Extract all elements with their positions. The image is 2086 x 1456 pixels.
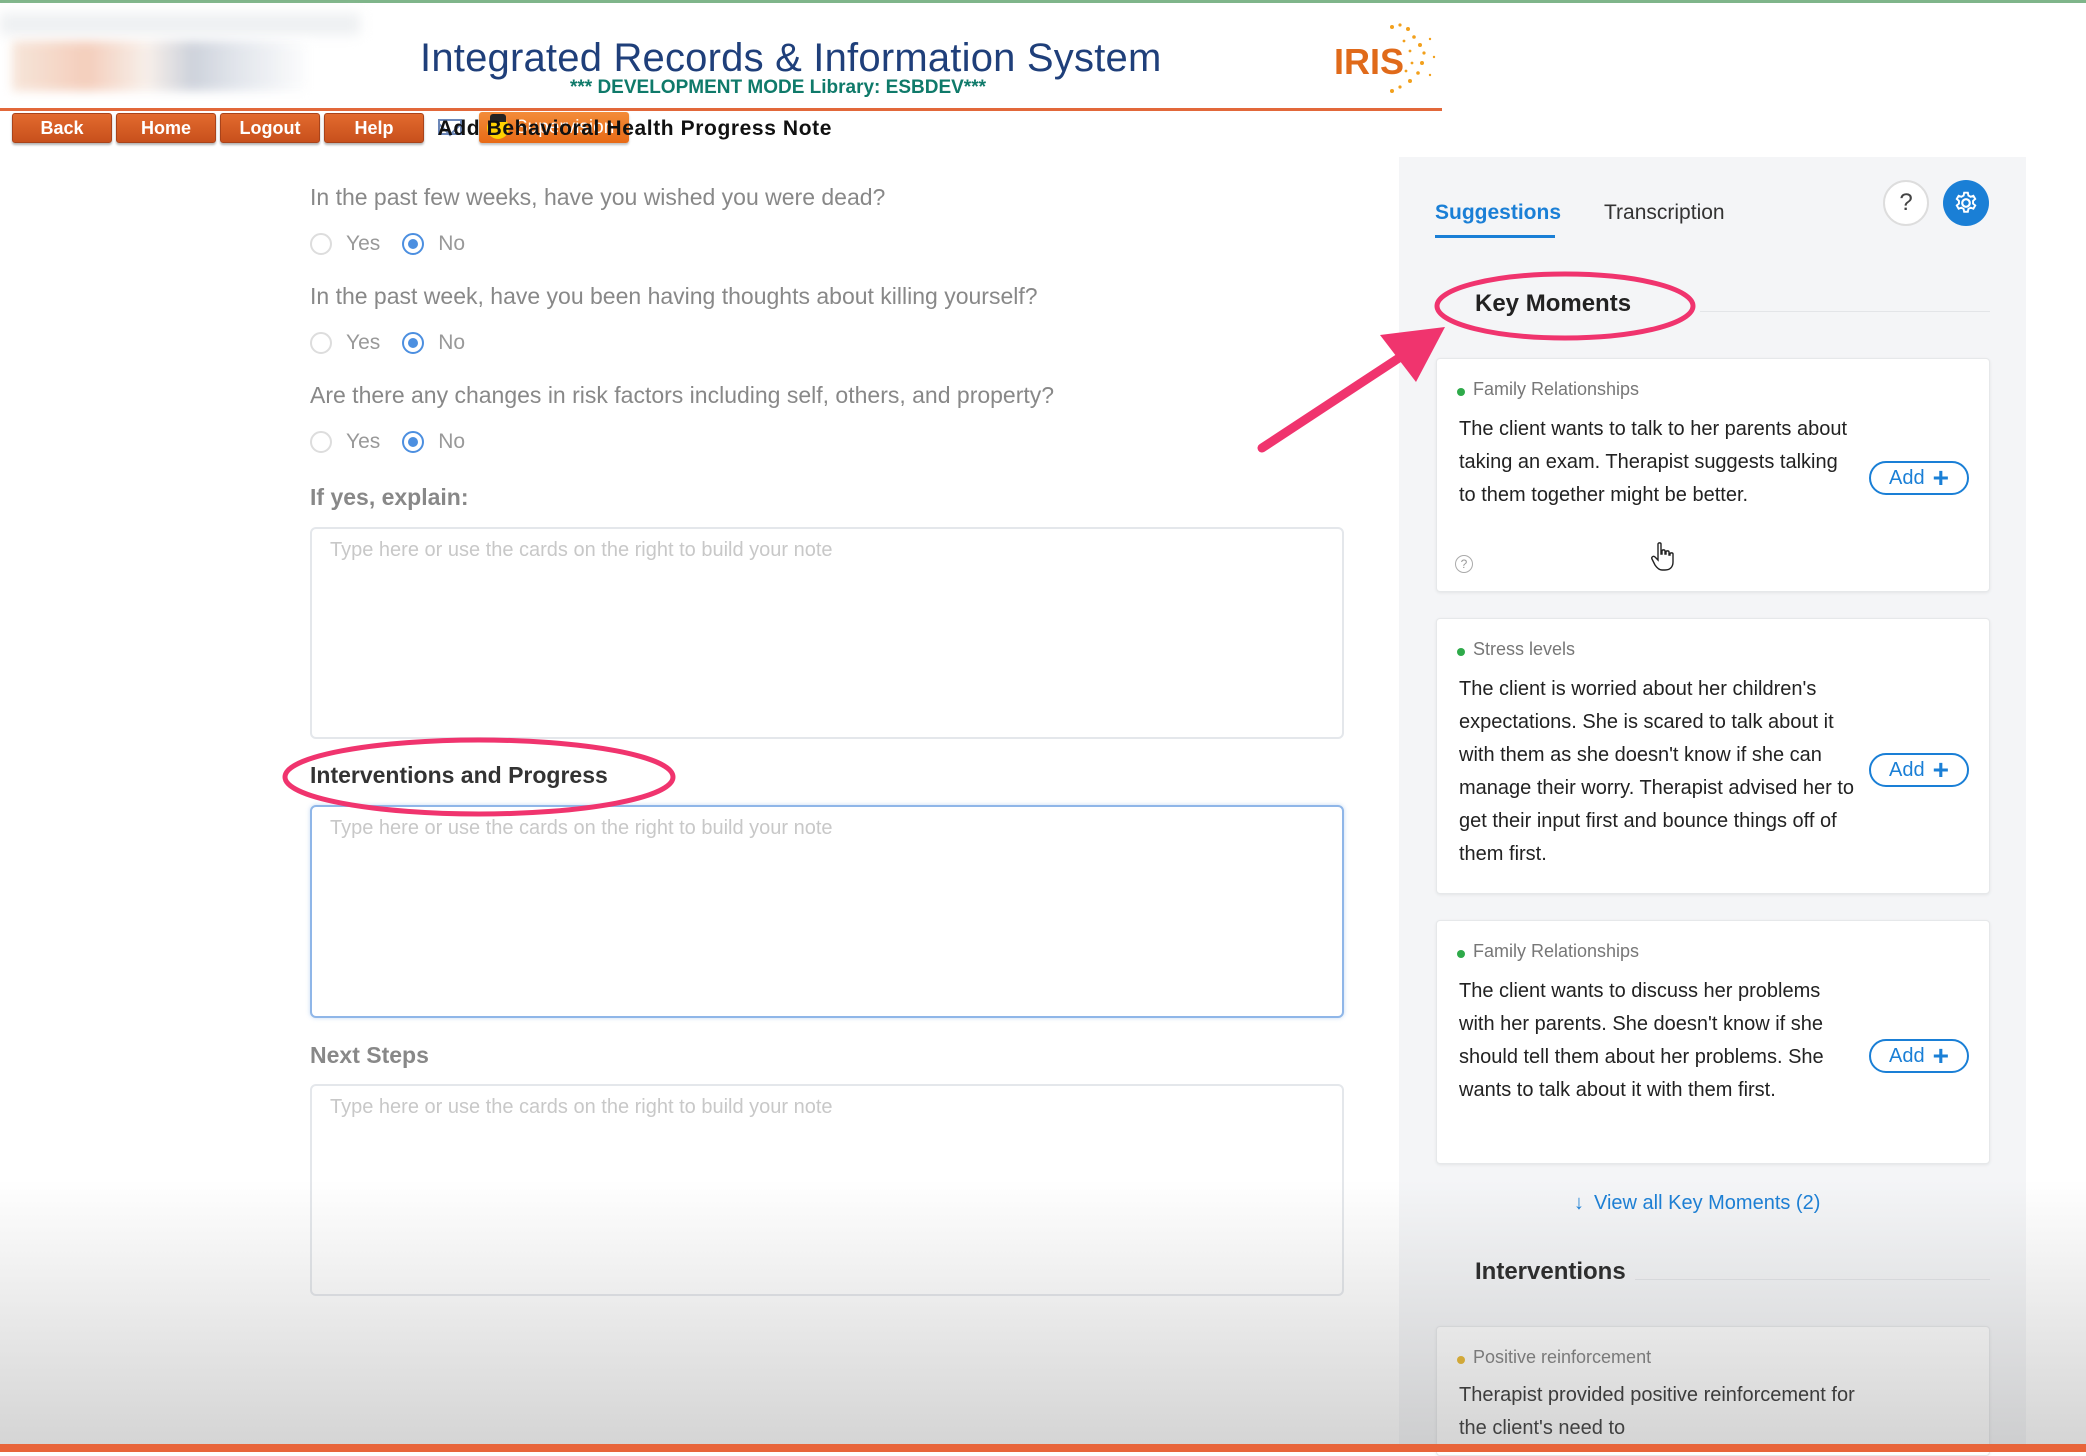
radio-yes-label: Yes xyxy=(346,232,381,255)
gear-icon-glyph xyxy=(1955,191,1977,213)
status-dot xyxy=(1457,950,1465,958)
iris-sun-icon xyxy=(1390,23,1436,93)
card-text: The client wants to talk to her parents … xyxy=(1459,418,1847,506)
blurred-header-text xyxy=(0,13,360,35)
active-tab-indicator xyxy=(1435,235,1555,238)
key-moment-card: Stress levels The client is worried abou… xyxy=(1436,618,1990,894)
key-moments-divider xyxy=(1700,311,1990,312)
interventions-progress-label: Interventions and Progress xyxy=(310,762,608,788)
tab-suggestions[interactable]: Suggestions xyxy=(1435,201,1561,225)
view-all-label: View all Key Moments (2) xyxy=(1594,1192,1821,1214)
question-2: In the past week, have you been having t… xyxy=(310,283,1038,309)
app-header: Integrated Records & Information System … xyxy=(0,3,1442,111)
next-steps-field[interactable] xyxy=(310,1084,1344,1296)
radio-yes-label: Yes xyxy=(346,430,381,453)
annotation-arrow-shaft xyxy=(1257,347,1413,453)
plus-icon: + xyxy=(1932,462,1949,493)
key-moment-card: Family Relationships The client wants to… xyxy=(1436,358,1990,592)
radio-yes[interactable] xyxy=(310,332,332,354)
page-heading: Add Behavioral Health Progress Note xyxy=(437,117,832,140)
add-label: Add xyxy=(1889,1044,1925,1067)
card-text: The client is worried about her children… xyxy=(1459,678,1855,865)
system-title: Integrated Records & Information System xyxy=(420,36,1162,80)
arrow-down-icon: ↓ xyxy=(1574,1192,1584,1214)
add-label: Add xyxy=(1889,758,1925,781)
question-3-options: Yes No xyxy=(310,427,487,457)
radio-no[interactable] xyxy=(402,233,425,255)
radio-no-label: No xyxy=(438,430,466,453)
if-yes-label: If yes, explain: xyxy=(310,484,469,510)
add-label: Add xyxy=(1889,466,1925,489)
gear-icon[interactable] xyxy=(1943,180,1989,226)
back-button[interactable]: Back xyxy=(12,113,112,143)
radio-no-label: No xyxy=(438,232,466,255)
status-dot xyxy=(1457,1356,1465,1364)
card-text: Therapist provided positive reinforcemen… xyxy=(1459,1384,1855,1439)
card-category: Positive reinforcement xyxy=(1473,1347,1652,1367)
blurred-organization-logo xyxy=(12,41,312,91)
help-button[interactable]: Help xyxy=(324,113,424,143)
card-text: The client wants to discuss her problems… xyxy=(1459,980,1824,1101)
card-category: Family Relationships xyxy=(1473,941,1640,961)
radio-yes[interactable] xyxy=(310,431,332,453)
plus-icon: + xyxy=(1932,1040,1949,1071)
question-2-options: Yes No xyxy=(310,328,487,358)
question-1-options: Yes No xyxy=(310,229,487,259)
intervention-card: Positive reinforcement Therapist provide… xyxy=(1436,1326,1990,1456)
plus-icon: + xyxy=(1932,754,1949,785)
question-1: In the past few weeks, have you wished y… xyxy=(310,184,886,210)
next-steps-label: Next Steps xyxy=(310,1042,429,1068)
question-3: Are there any changes in risk factors in… xyxy=(310,382,1055,408)
nav-bar: Back Home Logout Help Supervision Add Be… xyxy=(0,111,1442,149)
hand-cursor-icon xyxy=(1651,542,1674,571)
if-yes-explain-field[interactable] xyxy=(310,527,1344,739)
question-icon[interactable]: ? xyxy=(1883,180,1929,226)
key-moment-card: Family Relationships The client wants to… xyxy=(1436,920,1990,1164)
dev-mode-banner: *** DEVELOPMENT MODE Library: ESBDEV*** xyxy=(570,77,986,98)
status-dot xyxy=(1457,648,1465,656)
add-button[interactable]: Add + xyxy=(1869,461,1969,495)
radio-yes-label: Yes xyxy=(346,331,381,354)
radio-no-label: No xyxy=(438,331,466,354)
card-category: Stress levels xyxy=(1473,639,1576,659)
radio-yes[interactable] xyxy=(310,233,332,255)
tab-transcription[interactable]: Transcription xyxy=(1604,201,1725,225)
view-all-key-moments-link[interactable]: ↓ View all Key Moments (2) xyxy=(1574,1192,1820,1215)
logout-button[interactable]: Logout xyxy=(220,113,320,143)
key-moments-title: Key Moments xyxy=(1475,290,1632,317)
status-dot xyxy=(1457,388,1465,396)
add-button[interactable]: Add + xyxy=(1869,1039,1969,1073)
bottom-progress-bar xyxy=(0,1444,2086,1452)
info-icon[interactable]: ? xyxy=(1455,555,1473,573)
interventions-progress-field[interactable] xyxy=(310,805,1344,1018)
home-button[interactable]: Home xyxy=(116,113,216,143)
interventions-title: Interventions xyxy=(1475,1258,1626,1285)
radio-no[interactable] xyxy=(402,332,425,354)
interventions-divider xyxy=(1635,1279,1990,1280)
radio-no[interactable] xyxy=(402,431,425,453)
add-button[interactable]: Add + xyxy=(1869,753,1969,787)
card-category: Family Relationships xyxy=(1473,379,1640,399)
